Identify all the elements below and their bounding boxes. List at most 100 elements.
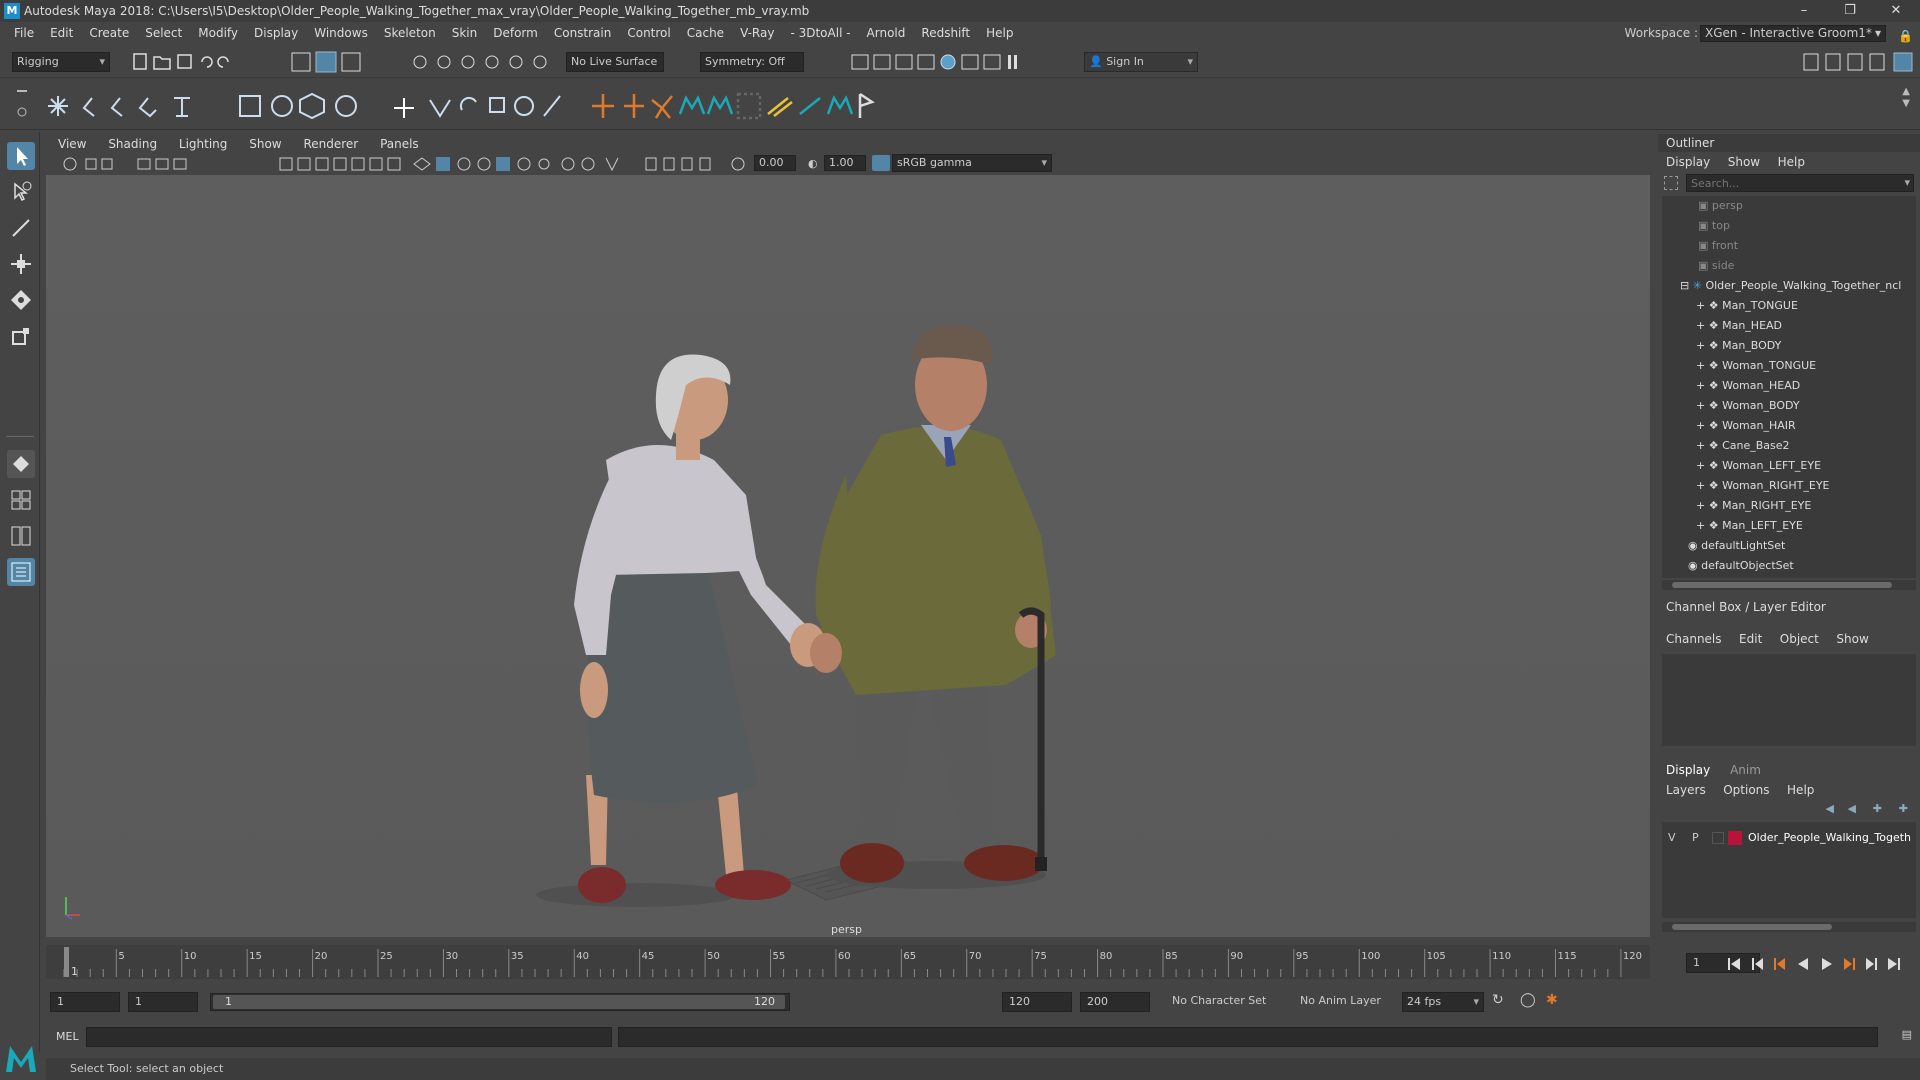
menu-3dtoall[interactable]: - 3DtoAll - <box>782 22 858 44</box>
filter-icon[interactable] <box>1664 176 1678 190</box>
expand-icon[interactable]: + <box>1696 439 1705 452</box>
rotate-tool[interactable] <box>7 286 35 314</box>
auto-key-icon[interactable]: ◯ <box>1520 992 1536 1008</box>
lock-icon[interactable]: 🔒 <box>1898 25 1913 43</box>
menu-modify[interactable]: Modify <box>190 22 246 44</box>
collapse-icon[interactable]: ⊟ <box>1680 279 1689 292</box>
fps-dropdown[interactable]: 24 fps ▾ <box>1402 992 1484 1012</box>
command-input[interactable] <box>86 1027 612 1047</box>
outliner-item-top[interactable]: ▣ top <box>1662 216 1916 236</box>
outliner-item-child[interactable]: + ❖ Woman_TONGUE <box>1662 356 1916 376</box>
outliner-item-child[interactable]: + ❖ Woman_HAIR <box>1662 416 1916 436</box>
panel-menu-view[interactable]: View <box>58 137 86 151</box>
scroll-thumb[interactable] <box>1672 924 1832 930</box>
menu-create[interactable]: Create <box>81 22 137 44</box>
menu-redshift[interactable]: Redshift <box>913 22 978 44</box>
shelf-scroll-arrows[interactable]: ▲ ▼ <box>1902 86 1910 110</box>
outliner-item-front[interactable]: ▣ front <box>1662 236 1916 256</box>
outliner-item-set[interactable]: ◉ defaultObjectSet <box>1662 556 1916 576</box>
script-language-label[interactable]: MEL <box>56 1030 79 1043</box>
live-surface-field[interactable]: No Live Surface <box>566 52 664 72</box>
restore-button[interactable]: ❐ <box>1830 0 1870 22</box>
scene-start-field[interactable]: 1 <box>50 992 120 1012</box>
layer-color-swatch[interactable] <box>1728 831 1742 845</box>
loop-icon[interactable]: ↻ <box>1492 992 1504 1008</box>
scale-tool[interactable] <box>7 322 35 350</box>
lasso-tool[interactable] <box>7 178 35 206</box>
outliner-item-side[interactable]: ▣ side <box>1662 256 1916 276</box>
menu-display[interactable]: Display <box>246 22 306 44</box>
panel-menu-show[interactable]: Show <box>249 137 281 151</box>
menuset-dropdown[interactable]: Rigging ▾ <box>12 52 110 72</box>
layer-menu-layers[interactable]: Layers <box>1666 783 1706 797</box>
layer-playback-toggle[interactable]: P <box>1692 828 1699 848</box>
outliner-layout-button[interactable] <box>7 558 35 586</box>
outliner-item-child[interactable]: + ❖ Woman_HEAD <box>1662 376 1916 396</box>
outliner-menu-display[interactable]: Display <box>1666 155 1710 169</box>
menu-edit[interactable]: Edit <box>42 22 81 44</box>
outliner-item-child[interactable]: + ❖ Cane_Base2 <box>1662 436 1916 456</box>
script-editor-icon[interactable]: ▤ <box>1902 1028 1912 1041</box>
panel-menu-lighting[interactable]: Lighting <box>179 137 228 151</box>
single-perspective-view-button[interactable] <box>7 450 35 478</box>
outliner-menu-help[interactable]: Help <box>1778 155 1805 169</box>
outliner-item-child[interactable]: + ❖ Woman_RIGHT_EYE <box>1662 476 1916 496</box>
outliner-item-child[interactable]: + ❖ Man_BODY <box>1662 336 1916 356</box>
expand-icon[interactable]: + <box>1696 379 1705 392</box>
expand-icon[interactable]: + <box>1696 319 1705 332</box>
menu-help[interactable]: Help <box>978 22 1021 44</box>
new-layer-icon[interactable]: ✚ <box>1873 802 1882 815</box>
menu-skin[interactable]: Skin <box>444 22 486 44</box>
layer-row[interactable]: V P Older_People_Walking_Togeth <box>1662 828 1916 848</box>
outliner-item-set[interactable]: ◉ defaultLightSet <box>1662 536 1916 556</box>
expand-icon[interactable]: + <box>1696 339 1705 352</box>
menu-select[interactable]: Select <box>137 22 190 44</box>
select-tool[interactable] <box>7 142 35 170</box>
shelf-menu-icon[interactable] <box>14 84 30 124</box>
chevron-down-icon[interactable]: ▾ <box>1904 176 1910 189</box>
menu-skeleton[interactable]: Skeleton <box>376 22 444 44</box>
channel-menu-channels[interactable]: Channels <box>1666 632 1722 646</box>
gamma-field[interactable]: 1.00 <box>824 155 866 171</box>
layer-hscrollbar[interactable] <box>1662 922 1916 932</box>
sign-in-button[interactable]: 👤 Sign In ▾ <box>1084 52 1198 72</box>
outliner-item-persp[interactable]: ▣ persp <box>1662 196 1916 216</box>
outliner-item-child[interactable]: + ❖ Man_TONGUE <box>1662 296 1916 316</box>
expand-icon[interactable]: + <box>1696 359 1705 372</box>
channel-menu-edit[interactable]: Edit <box>1739 632 1762 646</box>
character-set-dropdown[interactable]: No Character Set <box>1168 992 1278 1012</box>
scroll-thumb[interactable] <box>1672 582 1892 588</box>
expand-icon[interactable]: + <box>1696 399 1705 412</box>
playback-end-field[interactable]: 120 <box>1002 992 1072 1012</box>
range-slider-handle[interactable] <box>213 995 785 1009</box>
anim-layer-dropdown[interactable]: No Anim Layer <box>1296 992 1396 1012</box>
move-tool[interactable] <box>7 250 35 278</box>
preferences-icon[interactable]: ✱ <box>1546 992 1558 1008</box>
scene-end-field[interactable]: 200 <box>1080 992 1150 1012</box>
layer-menu-options[interactable]: Options <box>1723 783 1769 797</box>
outliner-item-child[interactable]: + ❖ Man_LEFT_EYE <box>1662 516 1916 536</box>
expand-icon[interactable]: + <box>1696 299 1705 312</box>
time-slider[interactable]: 1 5 10 15 20 25 30 35 40 45 50 55 60 65 70 75 80 85 90 95 1… <box>46 945 1650 979</box>
expand-icon[interactable]: + <box>1696 499 1705 512</box>
symmetry-dropdown[interactable]: Symmetry: Off <box>700 52 804 72</box>
channel-menu-object[interactable]: Object <box>1780 632 1819 646</box>
menu-windows[interactable]: Windows <box>306 22 376 44</box>
expand-icon[interactable]: + <box>1696 459 1705 472</box>
outliner-menu-show[interactable]: Show <box>1728 155 1760 169</box>
outliner-item-child[interactable]: + ❖ Man_RIGHT_EYE <box>1662 496 1916 516</box>
expand-icon[interactable]: + <box>1696 519 1705 532</box>
menu-arnold[interactable]: Arnold <box>859 22 914 44</box>
minimize-button[interactable]: – <box>1784 0 1824 22</box>
menu-file[interactable]: File <box>6 22 42 44</box>
outliner-item-child[interactable]: + ❖ Man_HEAD <box>1662 316 1916 336</box>
panel-menu-renderer[interactable]: Renderer <box>303 137 358 151</box>
outliner-hscrollbar[interactable] <box>1662 580 1916 590</box>
close-button[interactable]: ✕ <box>1876 0 1916 22</box>
menu-deform[interactable]: Deform <box>485 22 546 44</box>
persp-outliner-view-button[interactable] <box>7 522 35 550</box>
range-slider[interactable]: 1 120 <box>210 993 790 1011</box>
tab-anim[interactable]: Anim <box>1730 763 1761 777</box>
outliner-item-group[interactable]: ⊟ ✳ Older_People_Walking_Together_ncl <box>1662 276 1916 296</box>
outliner-search-input[interactable] <box>1686 174 1914 192</box>
